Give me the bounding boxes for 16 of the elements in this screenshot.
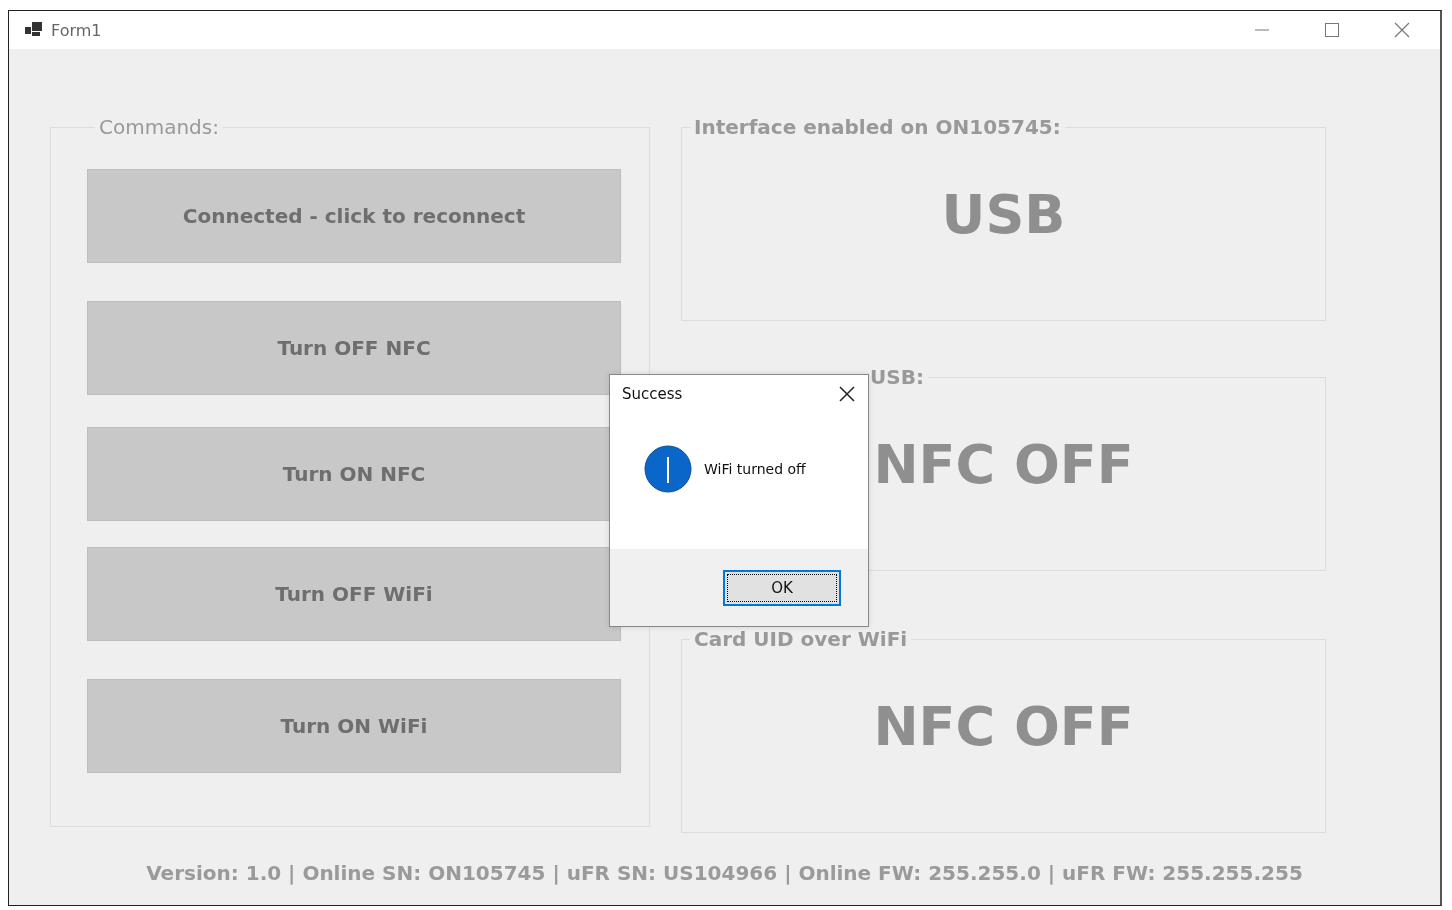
status-value: NFC OFF [873,432,1134,496]
maximize-icon[interactable] [1322,20,1342,40]
dialog-title: Success [622,385,683,403]
group-title: Interface enabled on ON105745: [693,115,1062,139]
group-title: Card UID over WiFi [693,627,909,651]
ok-button[interactable]: OK [723,569,841,606]
version-info: Version: 1.0 | Online SN: ON105745 | uFR SN: US104966 | Online FW: 255.255.0 | uFR FW: 255.255.255 [145,861,1304,885]
status-value: USB [941,182,1066,246]
app-icon [25,22,43,38]
dialog-message: WiFi turned off [704,461,806,477]
status-value: NFC OFF [873,694,1134,758]
close-icon[interactable] [838,385,856,403]
window-title: Form1 [51,20,102,40]
info-icon [644,445,692,493]
group-title: Commands: [98,115,220,139]
group-title: USB: [869,365,925,389]
